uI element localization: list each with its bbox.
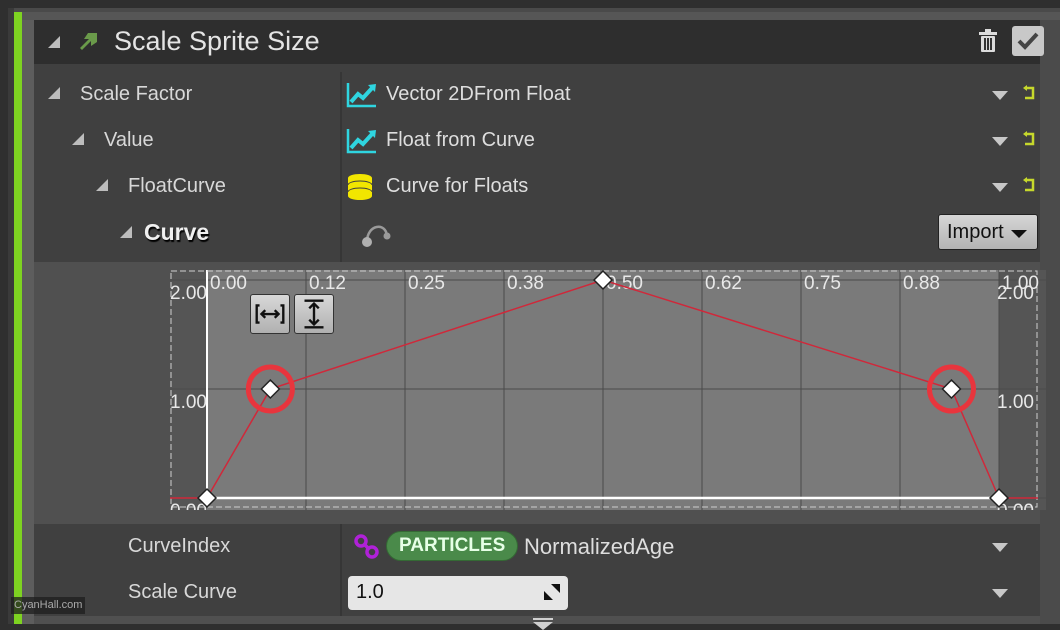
property-value[interactable]: Vector 2DFrom Float (386, 83, 571, 106)
module-footer[interactable] (34, 616, 1040, 630)
module-panel: Scale Sprite Size Scale Factor Vector 2D… (34, 20, 1046, 630)
import-button[interactable]: Import (938, 214, 1038, 250)
data-interface-icon (347, 174, 373, 200)
fit-horizontal-icon (255, 304, 285, 324)
property-value[interactable]: Curve for Floats (386, 175, 528, 198)
dynamic-input-icon (346, 129, 376, 154)
property-label: Scale Factor (80, 83, 193, 105)
property-row-curve: Curve Import (34, 210, 1040, 262)
y-tick-label-left: 1.00 (170, 392, 207, 413)
expand-triangle-icon[interactable] (120, 226, 132, 238)
dynamic-input-icon (346, 83, 376, 108)
namespace-badge: PARTICLES (386, 531, 519, 561)
expand-value-icon[interactable] (544, 584, 560, 600)
y-tick-label-right: 1.00 (997, 392, 1034, 413)
link-icon (354, 534, 379, 559)
property-row-scale-curve: Scale Curve 1.0 (34, 570, 1040, 616)
checkmark-icon (1017, 32, 1039, 50)
scale-curve-value: 1.0 (356, 581, 384, 603)
column-divider (340, 570, 342, 616)
enable-module-checkbox[interactable] (1012, 26, 1044, 56)
expand-advanced-icon[interactable] (532, 618, 554, 630)
expand-triangle-icon[interactable] (72, 133, 84, 145)
property-row-scale-factor: Scale Factor Vector 2DFrom Float (34, 72, 1040, 118)
property-label: CurveIndex (128, 535, 231, 557)
property-value[interactable]: Float from Curve (386, 129, 535, 152)
x-tick-label: 0.75 (804, 273, 841, 294)
bottom-properties: CurveIndex PARTICLES NormalizedAge Scale… (34, 524, 1040, 616)
parameter-name[interactable]: NormalizedAge (524, 534, 674, 560)
property-label: Scale Curve (128, 581, 237, 603)
scale-arrow-icon (80, 33, 97, 50)
property-label: Value (104, 129, 154, 151)
expand-triangle-icon[interactable] (48, 87, 60, 99)
column-divider (340, 72, 342, 118)
x-tick-label: 0.38 (507, 273, 544, 294)
x-tick-label: 0.62 (705, 273, 742, 294)
scale-curve-input[interactable]: 1.0 (348, 576, 568, 610)
property-row-curveindex: CurveIndex PARTICLES NormalizedAge (34, 524, 1040, 570)
x-tick-label: 0.25 (408, 273, 445, 294)
value-dropdown-icon[interactable] (992, 183, 1008, 192)
x-tick-label: 0.12 (309, 273, 346, 294)
fit-vertical-icon (304, 299, 324, 329)
reset-to-default-icon[interactable] (1022, 177, 1038, 195)
curve-editor[interactable]: 0.000.120.250.380.500.620.750.881.000.00… (34, 262, 1046, 524)
value-dropdown-icon[interactable] (992, 543, 1008, 552)
property-label: FloatCurve (128, 175, 226, 197)
module-accent-bar (14, 12, 22, 624)
value-dropdown-icon[interactable] (992, 589, 1008, 598)
module-indent (22, 12, 34, 624)
collapse-triangle-icon[interactable] (48, 36, 60, 48)
column-divider (340, 210, 342, 262)
reset-to-default-icon[interactable] (1022, 85, 1038, 103)
chevron-down-icon (1011, 230, 1027, 238)
column-divider (340, 164, 342, 210)
import-label: Import (947, 221, 1004, 243)
x-tick-label: 0.00 (210, 273, 247, 294)
value-dropdown-icon[interactable] (992, 91, 1008, 100)
column-divider (340, 524, 342, 570)
column-divider (340, 118, 342, 164)
curve-editor-icon[interactable] (360, 216, 394, 250)
module-frame: Scale Sprite Size Scale Factor Vector 2D… (8, 8, 1060, 630)
fit-horizontal-button[interactable] (250, 294, 290, 334)
delete-trash-icon[interactable] (978, 29, 998, 53)
property-row-floatcurve: FloatCurve Curve for Floats (34, 164, 1040, 210)
x-tick-label: 0.88 (903, 273, 940, 294)
reset-to-default-icon[interactable] (1022, 131, 1038, 149)
module-top-border (22, 12, 1060, 20)
y-tick-label-left: 2.00 (170, 283, 207, 304)
watermark: CyanHall.com (11, 597, 86, 614)
expand-triangle-icon[interactable] (96, 179, 108, 191)
module-header[interactable]: Scale Sprite Size (34, 20, 1044, 64)
property-row-value: Value Float from Curve (34, 118, 1040, 164)
fit-vertical-button[interactable] (294, 294, 334, 334)
property-label: Curve (144, 219, 210, 245)
value-dropdown-icon[interactable] (992, 137, 1008, 146)
y-tick-label-right: 2.00 (997, 283, 1034, 304)
module-title: Scale Sprite Size (114, 26, 320, 56)
